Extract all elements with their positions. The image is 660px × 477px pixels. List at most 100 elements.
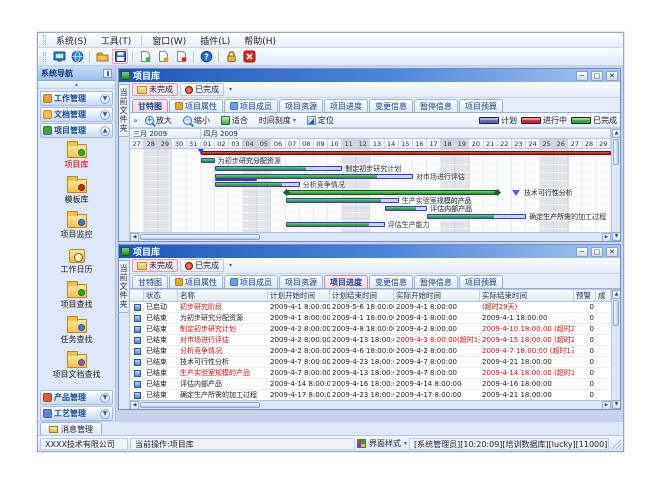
globe-button[interactable] xyxy=(69,49,85,64)
column-header-预警[interactable]: 预警 xyxy=(574,290,596,301)
task-bar[interactable] xyxy=(215,182,300,187)
toolbar-overflow-icon[interactable]: ▾ xyxy=(229,262,232,269)
doc-delete-button[interactable] xyxy=(173,49,189,64)
restore-icon[interactable]: □ xyxy=(591,247,603,257)
chevron-down-icon[interactable]: ▼ xyxy=(100,393,110,403)
hscroll-thumb[interactable] xyxy=(140,402,260,408)
table-hscrollbar[interactable]: ◀ ▶ xyxy=(130,400,611,409)
zoom-out-button[interactable]: -缩小 xyxy=(179,113,214,128)
current-folder-tab[interactable]: 当前文件夹 xyxy=(119,260,130,313)
help-button[interactable]: ? xyxy=(198,49,214,64)
panel-title-bar[interactable]: 项目库 ─ □ ✕ xyxy=(119,245,620,258)
sidebar-section-项目管理[interactable]: 项目管理▲ xyxy=(40,123,113,138)
column-header-计划开始时间[interactable]: 计划开始时间 xyxy=(268,290,330,301)
resize-grip[interactable] xyxy=(611,439,621,449)
scroll-down-icon[interactable]: ▼ xyxy=(612,400,620,409)
menu-item[interactable]: 插件(L) xyxy=(193,33,237,48)
tab-项目属性[interactable]: 项目属性 xyxy=(169,275,223,288)
tab-项目进度[interactable]: 项目进度 xyxy=(324,99,368,112)
vscroll-thumb[interactable] xyxy=(613,139,619,165)
sidebar-collapse-handle[interactable]: ▴ xyxy=(38,81,115,89)
column-header-成[interactable]: 成 xyxy=(596,290,611,301)
filter-未完成-button[interactable]: 未完成 xyxy=(132,83,178,96)
timescale-button[interactable]: 时间刻度▾ xyxy=(255,113,300,128)
hscroll-thumb[interactable] xyxy=(140,234,260,240)
column-header-名称[interactable]: 名称 xyxy=(178,290,268,301)
task-bar[interactable] xyxy=(385,206,427,211)
zoom-in-button[interactable]: +放大 xyxy=(141,113,176,128)
tab-暂停信息[interactable]: 暂停信息 xyxy=(414,275,458,288)
task-bar[interactable] xyxy=(215,166,342,171)
table-row[interactable]: 已结束为初步研究分配资源2009-4-1 8:00:002009-4-1 18:… xyxy=(130,313,611,324)
filter-已完成-button[interactable]: 已完成 xyxy=(180,259,224,272)
current-folder-tab[interactable]: 当前文件夹 xyxy=(119,84,130,137)
tab-项目成员[interactable]: 项目成员 xyxy=(224,275,278,288)
vscroll-thumb[interactable] xyxy=(613,300,619,326)
tab-项目资源[interactable]: 项目资源 xyxy=(279,99,323,112)
tab-项目属性[interactable]: 项目属性 xyxy=(169,99,223,112)
menu-item[interactable]: 帮助(H) xyxy=(237,33,283,48)
tab-项目预算[interactable]: 项目预算 xyxy=(459,275,503,288)
task-bar[interactable] xyxy=(286,222,385,227)
scroll-down-icon[interactable]: ▼ xyxy=(612,232,620,241)
column-header-计划结束时间[interactable]: 计划结束时间 xyxy=(330,290,394,301)
lock-button[interactable] xyxy=(223,49,239,64)
tab-项目进度[interactable]: 项目进度 xyxy=(324,275,368,288)
scroll-up-icon[interactable]: ▲ xyxy=(612,290,620,299)
scroll-right-icon[interactable]: ▶ xyxy=(602,233,611,241)
sidebar-section-工艺管理[interactable]: 工艺管理▼ xyxy=(40,406,113,421)
tab-暂停信息[interactable]: 暂停信息 xyxy=(414,99,458,112)
panel-title-bar[interactable]: 项目库 ─ □ ✕ xyxy=(119,69,620,82)
sidebar-item-工作日历[interactable]: 工作日历 xyxy=(40,246,113,275)
chevron-down-icon[interactable]: ▼ xyxy=(100,110,110,120)
chevron-up-icon[interactable]: ▲ xyxy=(100,126,110,136)
gantt-canvas[interactable]: 为初步研究分配资源制定初步研究计划对市场进行评估分析竞争情况技术可行性分析生产实… xyxy=(130,149,611,232)
tab-变更信息[interactable]: 变更信息 xyxy=(369,275,413,288)
column-header-实际开始时间[interactable]: 实际开始时间 xyxy=(394,290,480,301)
sidebar-item-项目文档查找[interactable]: 项目文档查找 xyxy=(40,351,113,380)
minimize-icon[interactable]: ─ xyxy=(576,247,588,257)
column-header-实际结束时间[interactable]: 实际结束时间 xyxy=(480,290,574,301)
scroll-left-icon[interactable]: ◀ xyxy=(130,233,139,241)
sidebar-item-任务查找[interactable]: 任务查找 xyxy=(40,316,113,345)
sidebar-item-模板库[interactable]: 模板库 xyxy=(40,176,113,205)
tab-变更信息[interactable]: 变更信息 xyxy=(369,99,413,112)
doc-new-button[interactable] xyxy=(137,49,153,64)
tab-甘特图[interactable]: 甘特图 xyxy=(132,275,168,288)
sidebar-item-项目监控[interactable]: 项目监控 xyxy=(40,211,113,240)
monitor-button[interactable] xyxy=(51,49,67,64)
menubar-grip[interactable] xyxy=(43,35,46,45)
close-icon[interactable]: ✕ xyxy=(606,247,618,257)
save-button[interactable] xyxy=(112,49,128,64)
sidebar-item-项目库[interactable]: 项目库 xyxy=(40,141,113,170)
minimize-icon[interactable]: ─ xyxy=(576,71,588,81)
fit-button[interactable]: 适合 xyxy=(217,113,252,128)
task-bar-completed[interactable] xyxy=(286,190,498,195)
table-row[interactable]: 已结束对市场进行评估2009-4-2 8:00:002009-4-13 18:0… xyxy=(130,335,611,346)
restore-icon[interactable]: □ xyxy=(591,71,603,81)
scroll-right-icon[interactable]: ▶ xyxy=(602,401,611,409)
menu-item[interactable]: 系统(S) xyxy=(49,33,94,48)
locate-button[interactable]: ◪定位 xyxy=(303,113,338,128)
pin-icon[interactable] xyxy=(103,69,112,78)
gantt-vscrollbar[interactable]: ▲ ▼ xyxy=(611,129,620,241)
menu-item[interactable]: 窗口(W) xyxy=(145,33,193,48)
doc-edit-button[interactable] xyxy=(155,49,171,64)
folder-open-button[interactable] xyxy=(94,49,110,64)
menu-item[interactable]: 工具(T) xyxy=(94,33,139,48)
task-bar[interactable] xyxy=(427,214,526,219)
chevron-down-icon[interactable]: ▼ xyxy=(100,94,110,104)
table-row[interactable]: 已结束制定初步研究计划2009-4-2 8:00:002009-4-8 18:0… xyxy=(130,324,611,335)
sidebar-section-工作管理[interactable]: 工作管理▼ xyxy=(40,91,113,106)
tab-甘特图[interactable]: 甘特图 xyxy=(132,99,168,112)
table-row[interactable]: 已结束技术可行性分析2009-4-7 8:00:002009-4-23 18:0… xyxy=(130,357,611,368)
table-row[interactable]: 已结束确定生产所需的加工过程2009-4-17 8:00:002009-4-23… xyxy=(130,390,611,400)
scroll-left-icon[interactable]: ◀ xyxy=(130,401,139,409)
sidebar-section-产品管理[interactable]: 产品管理▼ xyxy=(40,390,113,405)
filter-未完成-button[interactable]: 未完成 xyxy=(132,259,178,272)
table-row[interactable]: 已结束评估内部产品2009-4-14 8:00:002009-4-16 18:0… xyxy=(130,379,611,390)
sidebar-item-项目查找[interactable]: 项目查找 xyxy=(40,281,113,310)
table-row[interactable]: 已结束分析竞争情况2009-4-2 8:00:002009-4-6 18:00:… xyxy=(130,346,611,357)
chevron-down-icon[interactable]: ▼ xyxy=(100,409,110,419)
tab-项目成员[interactable]: 项目成员 xyxy=(224,99,278,112)
